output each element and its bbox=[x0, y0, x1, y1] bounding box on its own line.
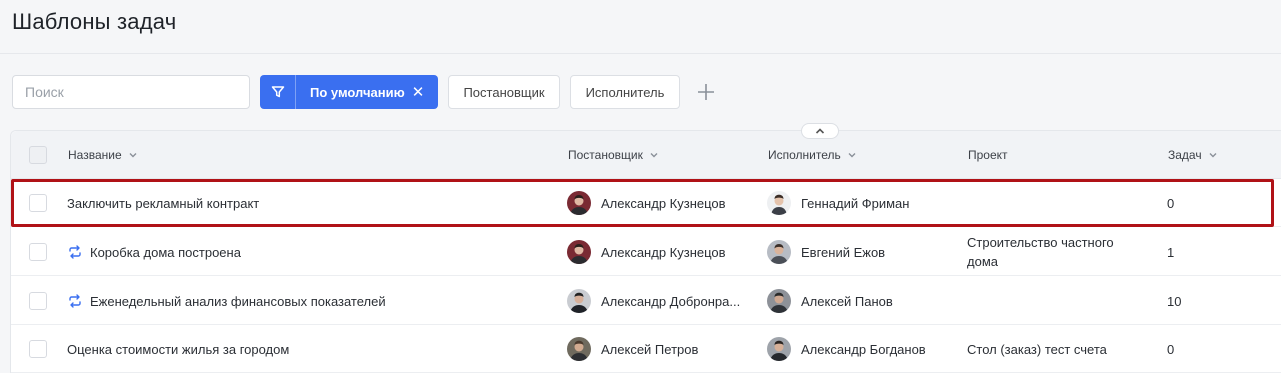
author-cell[interactable]: Александр Добронра... bbox=[567, 277, 740, 325]
column-header-executor[interactable]: Исполнитель bbox=[768, 148, 857, 162]
select-all-checkbox[interactable] bbox=[29, 146, 47, 164]
project-cell[interactable] bbox=[967, 179, 1137, 227]
author-cell[interactable]: Алексей Петров bbox=[567, 325, 698, 373]
template-name[interactable]: Оценка стоимости жилья за городом bbox=[67, 325, 289, 373]
repeat-icon bbox=[69, 245, 81, 259]
row-checkbox[interactable] bbox=[29, 243, 47, 261]
close-icon[interactable]: ✕ bbox=[412, 85, 425, 100]
executor-cell[interactable]: Геннадий Фриман bbox=[767, 179, 909, 227]
column-author-label: Постановщик bbox=[568, 148, 643, 162]
avatar bbox=[767, 191, 791, 215]
tasks-count: 0 bbox=[1167, 195, 1175, 211]
avatar bbox=[567, 240, 591, 264]
column-header-tasks[interactable]: Задач bbox=[1168, 148, 1218, 162]
column-project-label: Проект bbox=[968, 148, 1008, 162]
author-name: Алексей Петров bbox=[601, 341, 699, 357]
table-row[interactable]: Оценка стоимости жилья за городом Алексе… bbox=[11, 325, 1281, 373]
executor-name: Александр Богданов bbox=[801, 341, 926, 357]
title-divider bbox=[0, 53, 1281, 54]
row-checkbox[interactable] bbox=[29, 194, 47, 212]
template-name[interactable]: Заключить рекламный контракт bbox=[67, 179, 259, 227]
tasks-count: 0 bbox=[1167, 341, 1175, 357]
executor-cell[interactable]: Александр Богданов bbox=[767, 325, 926, 373]
avatar bbox=[567, 289, 591, 313]
author-name: Александр Кузнецов bbox=[601, 244, 726, 260]
filter-default-button[interactable]: По умолчанию ✕ bbox=[260, 75, 438, 109]
author-name: Александр Кузнецов bbox=[601, 195, 726, 211]
template-name-text: Еженедельный анализ финансовых показател… bbox=[90, 293, 386, 309]
column-header-author[interactable]: Постановщик bbox=[568, 148, 659, 162]
chevron-down-icon bbox=[650, 153, 658, 158]
executor-name: Евгений Ежов bbox=[801, 244, 886, 260]
template-name-text: Заключить рекламный контракт bbox=[67, 195, 260, 211]
author-cell[interactable]: Александр Кузнецов bbox=[567, 179, 726, 227]
project-cell[interactable]: Строительство частного дома bbox=[967, 228, 1137, 276]
row-checkbox[interactable] bbox=[29, 340, 47, 358]
page-title: Шаблоны задач bbox=[12, 9, 177, 34]
executor-cell[interactable]: Алексей Панов bbox=[767, 277, 893, 325]
project-cell[interactable] bbox=[967, 277, 1137, 325]
table-row[interactable]: Заключить рекламный контракт Александр К… bbox=[11, 179, 1281, 227]
avatar bbox=[767, 289, 791, 313]
chevron-down-icon bbox=[129, 153, 137, 158]
project-cell[interactable]: Стол (заказ) тест счета bbox=[967, 325, 1137, 373]
templates-table: Название Постановщик Исполнитель Проект … bbox=[10, 123, 1281, 373]
avatar bbox=[767, 337, 791, 361]
author-cell[interactable]: Александр Кузнецов bbox=[567, 228, 726, 276]
filter-default-label: По умолчанию bbox=[310, 84, 405, 100]
plus-icon bbox=[698, 84, 714, 100]
template-name[interactable]: Еженедельный анализ финансовых показател… bbox=[68, 277, 386, 325]
column-header-project[interactable]: Проект bbox=[968, 148, 1008, 162]
table-row[interactable]: Коробка дома построена Александр Кузнецо… bbox=[11, 228, 1281, 276]
tasks-count: 1 bbox=[1167, 244, 1175, 260]
filter-author-button[interactable]: Постановщик bbox=[448, 75, 560, 109]
executor-cell[interactable]: Евгений Ежов bbox=[767, 228, 885, 276]
search-input[interactable] bbox=[12, 75, 250, 109]
add-filter-button[interactable] bbox=[694, 80, 718, 104]
avatar bbox=[567, 191, 591, 215]
collapse-toggle[interactable] bbox=[801, 123, 839, 139]
template-name-text: Коробка дома построена bbox=[90, 244, 241, 260]
chevron-down-icon bbox=[1209, 153, 1217, 158]
chevron-down-icon bbox=[848, 153, 856, 158]
funnel-icon[interactable] bbox=[260, 75, 296, 109]
table-row[interactable]: Еженедельный анализ финансовых показател… bbox=[11, 277, 1281, 325]
tasks-count: 10 bbox=[1167, 293, 1182, 309]
row-checkbox[interactable] bbox=[29, 292, 47, 310]
repeat-icon bbox=[69, 294, 81, 308]
executor-name: Геннадий Фриман bbox=[801, 195, 910, 211]
executor-name: Алексей Панов bbox=[801, 293, 893, 309]
column-header-name[interactable]: Название bbox=[68, 148, 138, 162]
template-name-text: Оценка стоимости жилья за городом bbox=[67, 341, 290, 357]
column-tasks-label: Задач bbox=[1168, 148, 1202, 162]
table-header: Название Постановщик Исполнитель Проект … bbox=[11, 123, 1281, 179]
column-name-label: Название bbox=[68, 148, 122, 162]
filter-executor-button[interactable]: Исполнитель bbox=[570, 75, 680, 109]
avatar bbox=[767, 240, 791, 264]
column-executor-label: Исполнитель bbox=[768, 148, 841, 162]
avatar bbox=[567, 337, 591, 361]
chevron-up-icon bbox=[815, 128, 825, 134]
author-name: Александр Добронра... bbox=[601, 293, 741, 309]
template-name[interactable]: Коробка дома построена bbox=[68, 228, 241, 276]
